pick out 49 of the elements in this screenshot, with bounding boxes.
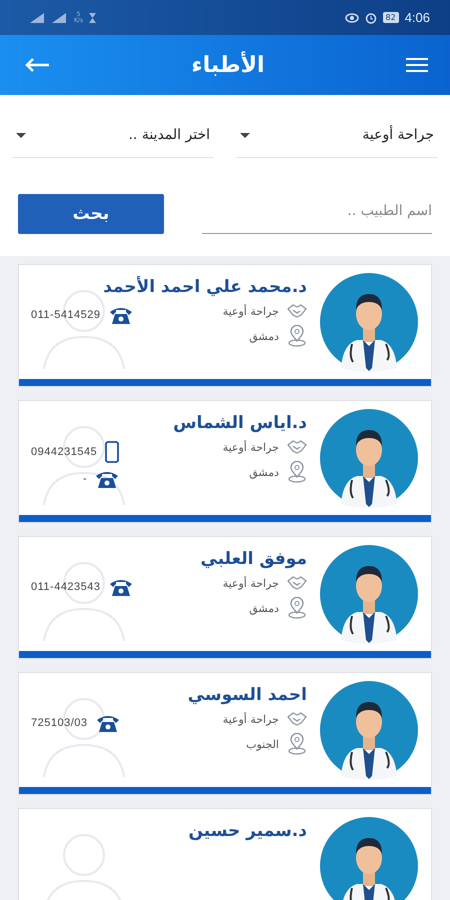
telephone-icon [108, 305, 133, 325]
doctor-name: د.محمد علي احمد الأحمد [102, 277, 307, 297]
phone-number[interactable]: 011-4423543 [31, 581, 101, 593]
screen-title: الأطباء [191, 52, 265, 78]
specialty-text: جراحة أوعية [222, 576, 279, 590]
specialty-text: جراحة أوعية [222, 712, 279, 726]
phone-number[interactable]: 725103/03 [31, 717, 88, 729]
phone-number[interactable]: - [83, 473, 88, 485]
city-text: دمشق [249, 466, 279, 478]
phone-number[interactable]: 011-5414529 [31, 309, 101, 321]
doctor-avatar-icon [319, 272, 419, 372]
city-text: دمشق [249, 602, 279, 614]
doctor-avatar-icon [319, 816, 419, 900]
mobile-phone-icon [105, 441, 120, 463]
search-button[interactable]: بحث [18, 194, 164, 234]
clock: 4:06 [404, 10, 430, 25]
battery-icon: 82 [382, 12, 399, 23]
doctor-avatar-icon [319, 544, 419, 644]
city-text: الجنوب [246, 738, 279, 750]
signal-icon [30, 12, 46, 22]
menu-icon[interactable] [406, 57, 428, 73]
specialty-dropdown[interactable]: جراحة أوعية [236, 121, 438, 158]
alarm-icon [364, 12, 376, 24]
signal-icon [52, 12, 68, 22]
location-pin-icon [287, 325, 307, 347]
city-text: دمشق [249, 330, 279, 342]
specialty-text: جراحة أوعية [222, 304, 279, 318]
caret-icon [16, 132, 26, 138]
back-arrow-icon[interactable] [24, 57, 50, 73]
doctor-name-field[interactable]: اسم الطبيب .. [202, 199, 432, 234]
telephone-icon [96, 713, 120, 733]
doctor-card[interactable]: د.سمير حسين [18, 808, 432, 900]
doctor-avatar-icon [319, 680, 419, 780]
location-pin-icon [287, 733, 307, 755]
location-pin-icon [287, 597, 307, 619]
doctor-name: د.اياس الشماس [172, 413, 307, 433]
specialty-text: جراحة أوعية [222, 440, 279, 454]
doctor-name: د.سمير حسين [187, 821, 307, 841]
location-pin-icon [287, 461, 307, 483]
doctor-avatar-icon [319, 408, 419, 508]
phone-number[interactable]: 0944231545 [31, 446, 98, 458]
doctor-name: موفق العلبي [200, 549, 307, 569]
caret-icon [240, 132, 250, 138]
eye-icon [344, 12, 358, 22]
city-dropdown[interactable]: اختر المدينة .. [12, 121, 214, 158]
doctor-name: احمد السوسي [186, 685, 307, 705]
telephone-icon [108, 577, 133, 597]
hourglass-icon [89, 12, 96, 22]
telephone-icon [95, 469, 120, 489]
